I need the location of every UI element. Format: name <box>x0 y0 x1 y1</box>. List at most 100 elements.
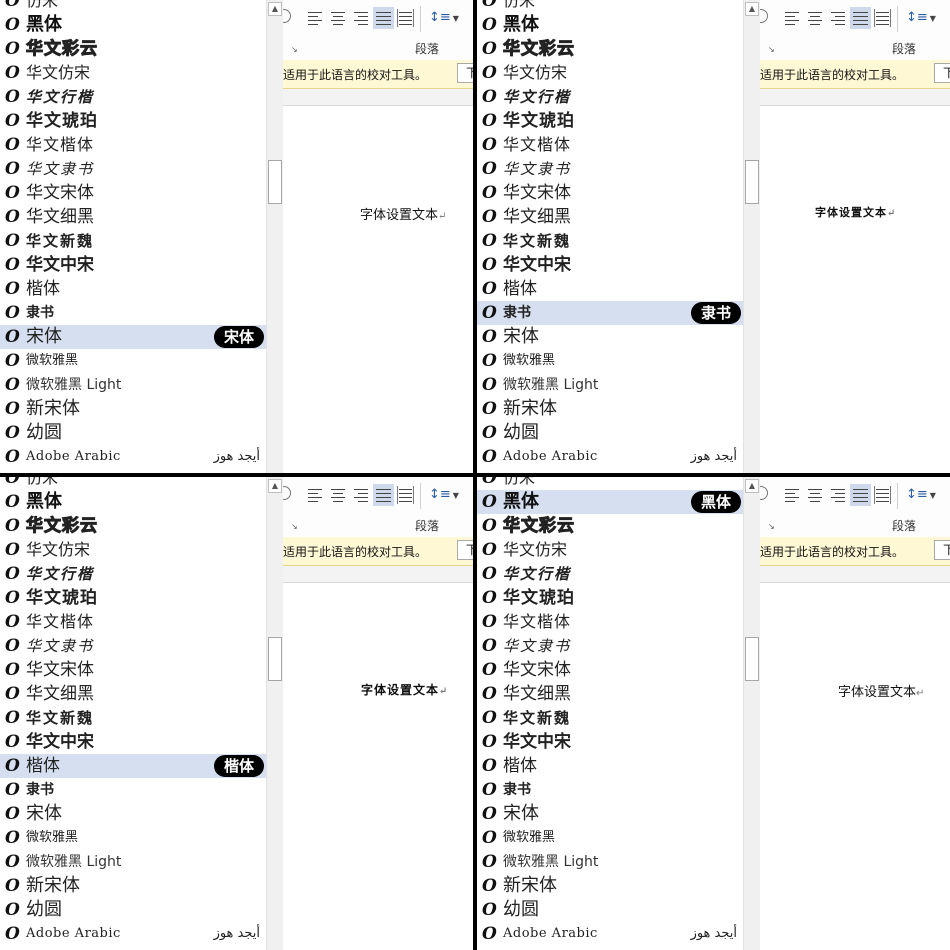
font-list-item[interactable]: O 宋体 <box>0 802 266 826</box>
font-list-item[interactable]: O 华文行楷 <box>477 85 743 109</box>
line-spacing-icon[interactable]: ↕≡ ▼ <box>429 484 459 506</box>
scrollbar-thumb[interactable] <box>268 637 282 681</box>
font-list-item[interactable]: O 华文仿宋 <box>0 538 266 562</box>
dialog-launcher-icon[interactable]: ↘ <box>291 46 299 54</box>
font-list-item[interactable]: O 华文隶书 <box>477 157 743 181</box>
font-list-item[interactable]: O 华文新魏 <box>0 229 266 253</box>
font-list-item[interactable]: O 新宋体 <box>0 397 266 421</box>
font-list-item[interactable]: O 华文新魏 <box>477 229 743 253</box>
document-text[interactable]: 字体设置文本↵ <box>361 681 448 698</box>
align-left-icon[interactable] <box>305 484 326 506</box>
font-list-item[interactable]: O 微软雅黑 Light <box>477 850 743 874</box>
font-list-item[interactable]: O 新宋体 <box>477 397 743 421</box>
align-center-icon[interactable] <box>328 484 349 506</box>
font-list-item[interactable]: O 华文中宋 <box>0 253 266 277</box>
font-list-item[interactable]: O 华文楷体 <box>0 133 266 157</box>
dialog-launcher-icon[interactable]: ↘ <box>768 46 776 54</box>
font-list-item[interactable]: O 华文楷体 <box>477 133 743 157</box>
justify-icon[interactable] <box>850 7 871 29</box>
font-list-item[interactable]: O 华文隶书 <box>0 157 266 181</box>
font-list-scrollbar[interactable]: ▲ <box>266 477 283 950</box>
font-dropdown-list[interactable]: O 仿宋 O 黑体 O 华文彩云 O 华文仿宋 O 华文行楷 O 华文琥珀 O 华文楷体 O 华文隶书 O 华文宋… <box>0 477 266 950</box>
justify-icon[interactable] <box>850 484 871 506</box>
font-dropdown-list[interactable]: O 仿宋 O 黑体 O 华文彩云 O 华文仿宋 O 华文行楷 O 华文琥珀 O 华文楷体 O 华文隶书 O 华文宋… <box>0 0 266 473</box>
font-list-item[interactable]: O 微软雅黑 <box>0 349 266 373</box>
font-list-item[interactable]: O 隶书 <box>477 778 743 802</box>
font-list-item[interactable]: O 华文细黑 <box>477 205 743 229</box>
align-center-icon[interactable] <box>328 7 349 29</box>
font-list-item[interactable]: O 幼圆 <box>477 898 743 922</box>
font-list-item[interactable]: O 楷体 <box>0 277 266 301</box>
font-list-item[interactable]: O 宋体 <box>477 802 743 826</box>
font-list-item[interactable]: O 黑体 <box>0 13 266 37</box>
font-list-scrollbar[interactable]: ▲ <box>743 0 760 473</box>
font-list-item[interactable]: O 华文仿宋 <box>0 61 266 85</box>
font-list-item[interactable]: O 仿宋 <box>0 0 266 13</box>
download-button[interactable]: 下 <box>457 540 473 560</box>
font-list-item[interactable]: O 宋体 宋体 <box>0 325 266 349</box>
font-list-scrollbar[interactable]: ▲ <box>743 477 760 950</box>
font-list-item[interactable]: O 黑体 <box>477 13 743 37</box>
font-list-item[interactable]: O 宋体 <box>477 325 743 349</box>
dialog-launcher-icon[interactable]: ↘ <box>291 523 299 531</box>
font-list-item[interactable]: O Adobe Arabic أيجد هوز <box>477 445 743 469</box>
align-left-icon[interactable] <box>782 484 803 506</box>
font-list-item[interactable]: O 楷体 <box>477 754 743 778</box>
font-list-item[interactable]: O Adobe Arabic أيجد هوز <box>0 445 266 469</box>
scroll-up-arrow-icon[interactable]: ▲ <box>268 2 282 16</box>
distributed-align-icon[interactable] <box>872 484 893 506</box>
document-text[interactable]: 字体设置文本↵ <box>815 204 896 220</box>
font-dropdown-list[interactable]: O 仿宋 O 黑体 黑体 O 华文彩云 O 华文仿宋 O 华文行楷 O 华文琥珀 O 华文楷体 O 华文隶书 O 华… <box>477 477 743 950</box>
font-list-item[interactable]: O 微软雅黑 Light <box>0 373 266 397</box>
font-list-item[interactable]: O 华文隶书 <box>477 634 743 658</box>
font-list-item[interactable]: O 华文宋体 <box>0 181 266 205</box>
scroll-up-arrow-icon[interactable]: ▲ <box>745 2 759 16</box>
align-right-icon[interactable] <box>828 7 849 29</box>
distributed-align-icon[interactable] <box>872 7 893 29</box>
align-left-icon[interactable] <box>782 7 803 29</box>
font-list-item[interactable]: O 隶书 <box>0 301 266 325</box>
download-button[interactable]: 下 <box>934 540 950 560</box>
font-list-item[interactable]: O 华文彩云 <box>0 514 266 538</box>
font-list-item[interactable]: O 隶书 <box>0 778 266 802</box>
line-spacing-icon[interactable]: ↕≡ ▼ <box>906 484 936 506</box>
align-left-icon[interactable] <box>305 7 326 29</box>
font-list-item[interactable]: O Adobe Arabic أيجد هوز <box>0 922 266 946</box>
font-list-item[interactable]: O 楷体 <box>477 277 743 301</box>
font-list-item[interactable]: O 楷体 楷体 <box>0 754 266 778</box>
font-list-item[interactable]: O 微软雅黑 Light <box>477 373 743 397</box>
font-list-item[interactable]: O 仿宋 <box>0 477 266 490</box>
font-list-item[interactable]: O 黑体 黑体 <box>477 490 743 514</box>
font-list-item[interactable]: O 华文新魏 <box>477 706 743 730</box>
distributed-align-icon[interactable] <box>395 7 416 29</box>
font-list-item[interactable]: O 幼圆 <box>477 421 743 445</box>
align-center-icon[interactable] <box>805 484 826 506</box>
document-text[interactable]: 字体设置文本↵ <box>838 681 924 700</box>
scroll-up-arrow-icon[interactable]: ▲ <box>268 479 282 493</box>
font-list-item[interactable]: O 华文彩云 <box>477 37 743 61</box>
font-list-item[interactable]: O 华文新魏 <box>0 706 266 730</box>
font-list-item[interactable]: O 微软雅黑 <box>0 826 266 850</box>
font-list-item[interactable]: O 幼圆 <box>0 898 266 922</box>
font-list-item[interactable]: O 华文楷体 <box>0 610 266 634</box>
font-list-item[interactable]: O 华文行楷 <box>0 562 266 586</box>
font-list-item[interactable]: O 华文宋体 <box>0 658 266 682</box>
align-right-icon[interactable] <box>828 484 849 506</box>
font-list-item[interactable]: O 华文琥珀 <box>477 586 743 610</box>
line-spacing-icon[interactable]: ↕≡ ▼ <box>906 7 936 29</box>
font-list-item[interactable]: O 华文中宋 <box>477 730 743 754</box>
font-list-item[interactable]: O 华文仿宋 <box>477 538 743 562</box>
font-list-item[interactable]: O 微软雅黑 <box>477 349 743 373</box>
font-list-item[interactable]: O 华文楷体 <box>477 610 743 634</box>
font-list-item[interactable]: O 微软雅黑 <box>477 826 743 850</box>
font-list-item[interactable]: O 华文彩云 <box>0 37 266 61</box>
font-list-item[interactable]: O 华文隶书 <box>0 634 266 658</box>
scrollbar-thumb[interactable] <box>745 637 759 681</box>
font-list-item[interactable]: O 隶书 隶书 <box>477 301 743 325</box>
document-text[interactable]: 字体设置文本↵ <box>360 204 446 223</box>
font-list-item[interactable]: O 仿宋 <box>477 477 743 490</box>
scrollbar-thumb[interactable] <box>268 160 282 204</box>
bullet-options-icon[interactable] <box>760 486 768 500</box>
font-list-item[interactable]: O Adobe Arabic أيجد هوز <box>477 922 743 946</box>
bullet-options-icon[interactable] <box>283 486 291 500</box>
